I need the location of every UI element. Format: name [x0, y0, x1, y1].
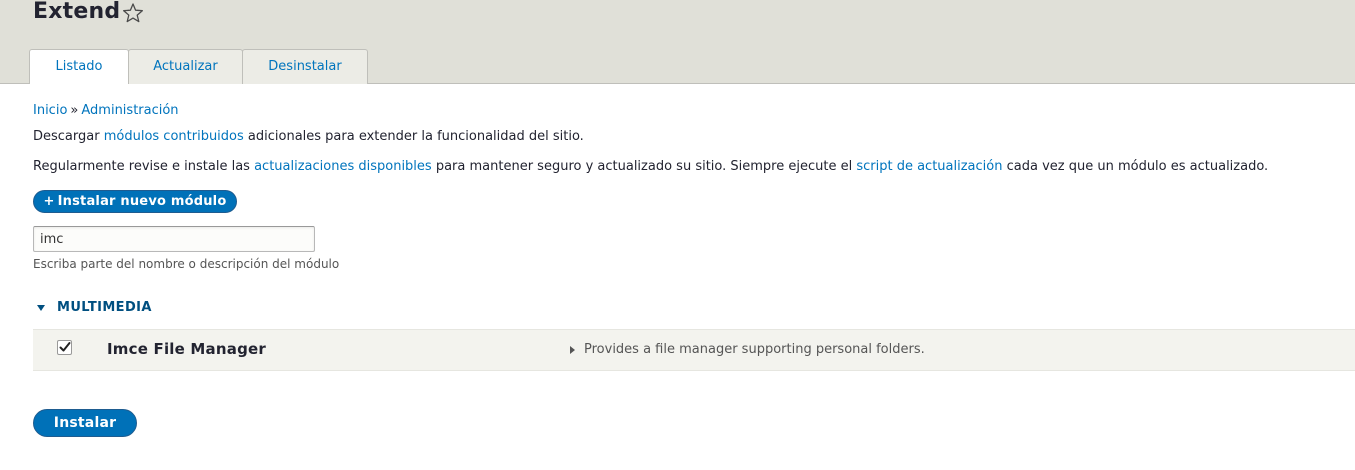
breadcrumb: Inicio» Administración [33, 102, 179, 119]
intro-contributed-text: Descargar módulos contribuidos adicional… [33, 128, 584, 145]
module-enable-checkbox[interactable] [57, 340, 72, 355]
plus-icon: + [43, 194, 55, 209]
breadcrumb-home-link[interactable]: Inicio [33, 103, 67, 118]
install-new-module-button[interactable]: + Instalar nuevo módulo [33, 190, 237, 213]
tab-listado[interactable]: Listado [29, 49, 129, 84]
module-row: Imce File Manager Provides a file manage… [33, 329, 1355, 371]
primary-tabs: Listado Actualizar Desinstalar [29, 49, 368, 84]
module-details-toggle[interactable]: Provides a file manager supporting perso… [570, 342, 925, 358]
intro-line2-suffix: cada vez que un módulo es actualizado. [1002, 159, 1269, 174]
tab-actualizar[interactable]: Actualizar [128, 49, 243, 84]
install-new-module-label: Instalar nuevo módulo [57, 194, 227, 209]
available-updates-link[interactable]: actualizaciones disponibles [254, 159, 432, 174]
module-description: Provides a file manager supporting perso… [584, 342, 925, 357]
tab-desinstalar[interactable]: Desinstalar [242, 49, 368, 84]
module-filter-input[interactable] [33, 226, 315, 252]
group-label: MULTIMEDIA [57, 300, 152, 315]
checkmark-icon [59, 342, 71, 352]
star-icon-graphic [123, 3, 143, 23]
breadcrumb-separator: » [70, 103, 79, 118]
install-button[interactable]: Instalar [33, 409, 137, 437]
page-title: Extend [33, 0, 121, 24]
contributed-modules-link[interactable]: módulos contribuidos [104, 129, 244, 144]
intro-line1-suffix: adicionales para extender la funcionalid… [243, 129, 584, 144]
group-multimedia-toggle[interactable]: MULTIMEDIA [37, 299, 152, 316]
intro-line2-prefix: Regularmente revise e instale las [33, 159, 255, 174]
module-name[interactable]: Imce File Manager [107, 340, 266, 358]
intro-line2-middle: para mantener seguro y actualizado su si… [431, 159, 857, 174]
intro-line1-prefix: Descargar [33, 129, 104, 144]
star-icon[interactable] [122, 2, 144, 24]
triangle-right-icon [570, 346, 575, 354]
intro-updates-text: Regularmente revise e instale las actual… [33, 158, 1268, 175]
breadcrumb-admin-link[interactable]: Administración [81, 103, 178, 118]
filter-description: Escriba parte del nombre o descripción d… [33, 257, 340, 271]
update-script-link[interactable]: script de actualización [856, 159, 1002, 174]
triangle-down-icon [37, 304, 45, 311]
page-header: Extend Listado Actualizar Desinstalar [0, 0, 1355, 84]
